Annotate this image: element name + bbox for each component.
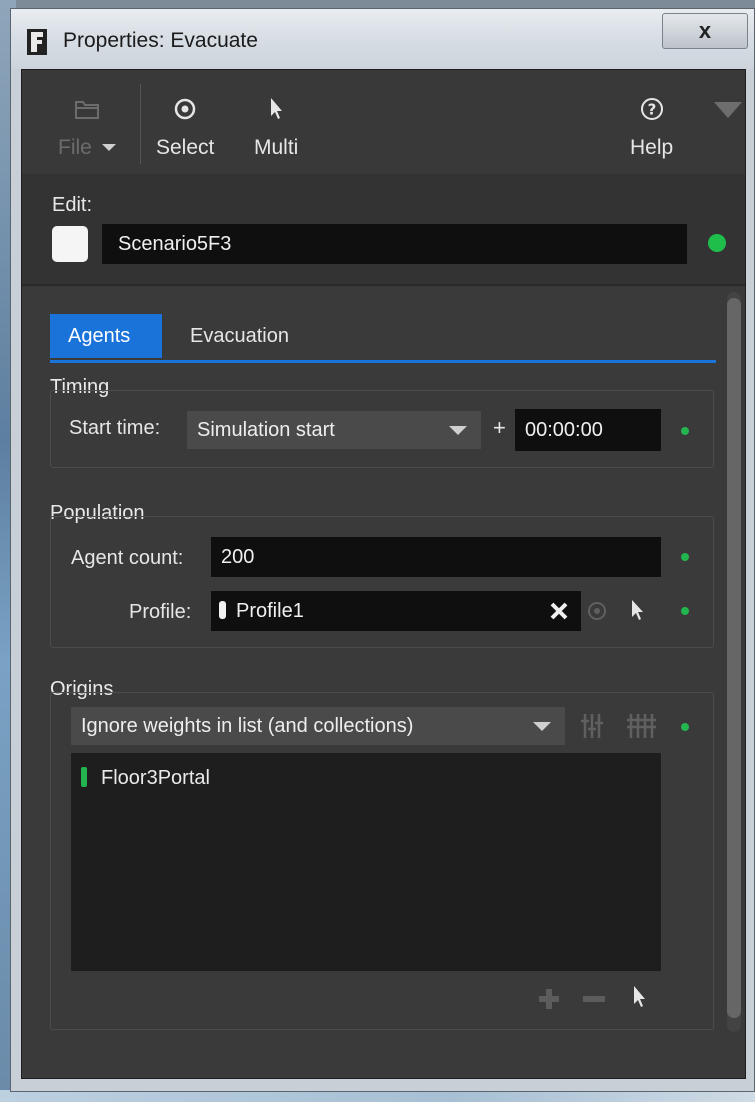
status-dot-icon <box>681 553 689 561</box>
edit-label: Edit: <box>52 194 93 216</box>
sliders-icon[interactable] <box>581 713 611 743</box>
chevron-down-icon <box>101 144 116 151</box>
status-indicator-icon <box>708 234 726 252</box>
close-button[interactable]: x <box>662 13 748 49</box>
weights-mode-value: Ignore weights in list (and collections) <box>81 715 414 737</box>
cursor-icon[interactable] <box>631 985 647 1015</box>
agent-count-label: Agent count: <box>71 547 184 569</box>
clear-icon[interactable] <box>549 601 569 625</box>
close-icon: x <box>698 18 712 43</box>
cursor-icon <box>254 94 298 124</box>
select-button[interactable]: Select <box>156 94 214 160</box>
profile-color-icon <box>219 601 226 619</box>
origin-label: Floor3Portal <box>101 767 210 789</box>
target-icon <box>156 94 214 124</box>
population-group: Agent count: 200 Profile: Profile1 <box>50 516 714 648</box>
tab-bar: Agents Evacuation <box>50 314 716 363</box>
start-time-value: Simulation start <box>197 419 335 441</box>
columns-icon[interactable] <box>627 713 657 743</box>
toolbar: File Select Multi ? Help <box>22 70 745 175</box>
origins-list[interactable]: Floor3Portal <box>71 753 661 971</box>
start-time-label: Start time: <box>69 417 161 439</box>
color-swatch[interactable] <box>52 226 88 262</box>
file-menu-button[interactable]: File <box>58 94 116 160</box>
toolbar-overflow-icon[interactable] <box>714 102 742 118</box>
scenario-name-field[interactable]: Scenario5F3 <box>102 224 687 264</box>
timing-group: Start time: Simulation start + 00:00:00 <box>50 390 714 468</box>
tab-agents[interactable]: Agents <box>50 314 162 358</box>
time-offset-field[interactable]: 00:00:00 <box>515 409 661 451</box>
window-title: Properties: Evacuate <box>63 29 258 52</box>
vertical-scrollbar[interactable] <box>727 292 741 1032</box>
select-label: Select <box>156 136 215 159</box>
cursor-icon[interactable] <box>629 599 645 627</box>
properties-panel: File Select Multi ? Help Edit: Scenario5… <box>21 69 746 1079</box>
multi-label: Multi <box>254 136 299 159</box>
start-time-select[interactable]: Simulation start <box>187 411 481 449</box>
title-bar[interactable]: Properties: Evacuate x <box>11 9 754 69</box>
scrollbar-thumb[interactable] <box>727 298 741 1018</box>
profile-value: Profile1 <box>236 600 304 622</box>
target-icon <box>587 601 607 625</box>
chevron-down-icon <box>449 426 467 435</box>
help-button[interactable]: ? Help <box>630 94 673 160</box>
chevron-down-icon <box>533 722 551 731</box>
properties-window: Properties: Evacuate x File Select Multi… <box>10 8 755 1092</box>
status-dot-icon <box>681 607 689 615</box>
multi-button[interactable]: Multi <box>254 94 298 160</box>
status-dot-icon <box>681 723 689 731</box>
agent-count-field[interactable]: 200 <box>211 537 661 577</box>
help-icon: ? <box>630 94 673 124</box>
edit-panel: Edit: Scenario5F3 <box>22 174 745 286</box>
origin-color-icon <box>81 767 87 787</box>
status-dot-icon <box>681 427 689 435</box>
remove-icon[interactable] <box>581 987 607 1015</box>
folder-icon <box>58 94 116 124</box>
weights-mode-select[interactable]: Ignore weights in list (and collections) <box>71 707 565 745</box>
svg-text:?: ? <box>647 101 656 119</box>
profile-label: Profile: <box>129 601 192 623</box>
app-icon <box>27 29 47 55</box>
plus-label: + <box>493 415 506 440</box>
list-item[interactable]: Floor3Portal <box>81 767 210 790</box>
file-label: File <box>58 136 92 159</box>
add-icon[interactable] <box>537 987 561 1015</box>
profile-field[interactable]: Profile1 <box>211 591 581 631</box>
toolbar-separator <box>140 84 141 164</box>
tab-evacuation[interactable]: Evacuation <box>172 314 307 358</box>
help-label: Help <box>630 136 674 159</box>
origins-group: Ignore weights in list (and collections) <box>50 692 714 1030</box>
